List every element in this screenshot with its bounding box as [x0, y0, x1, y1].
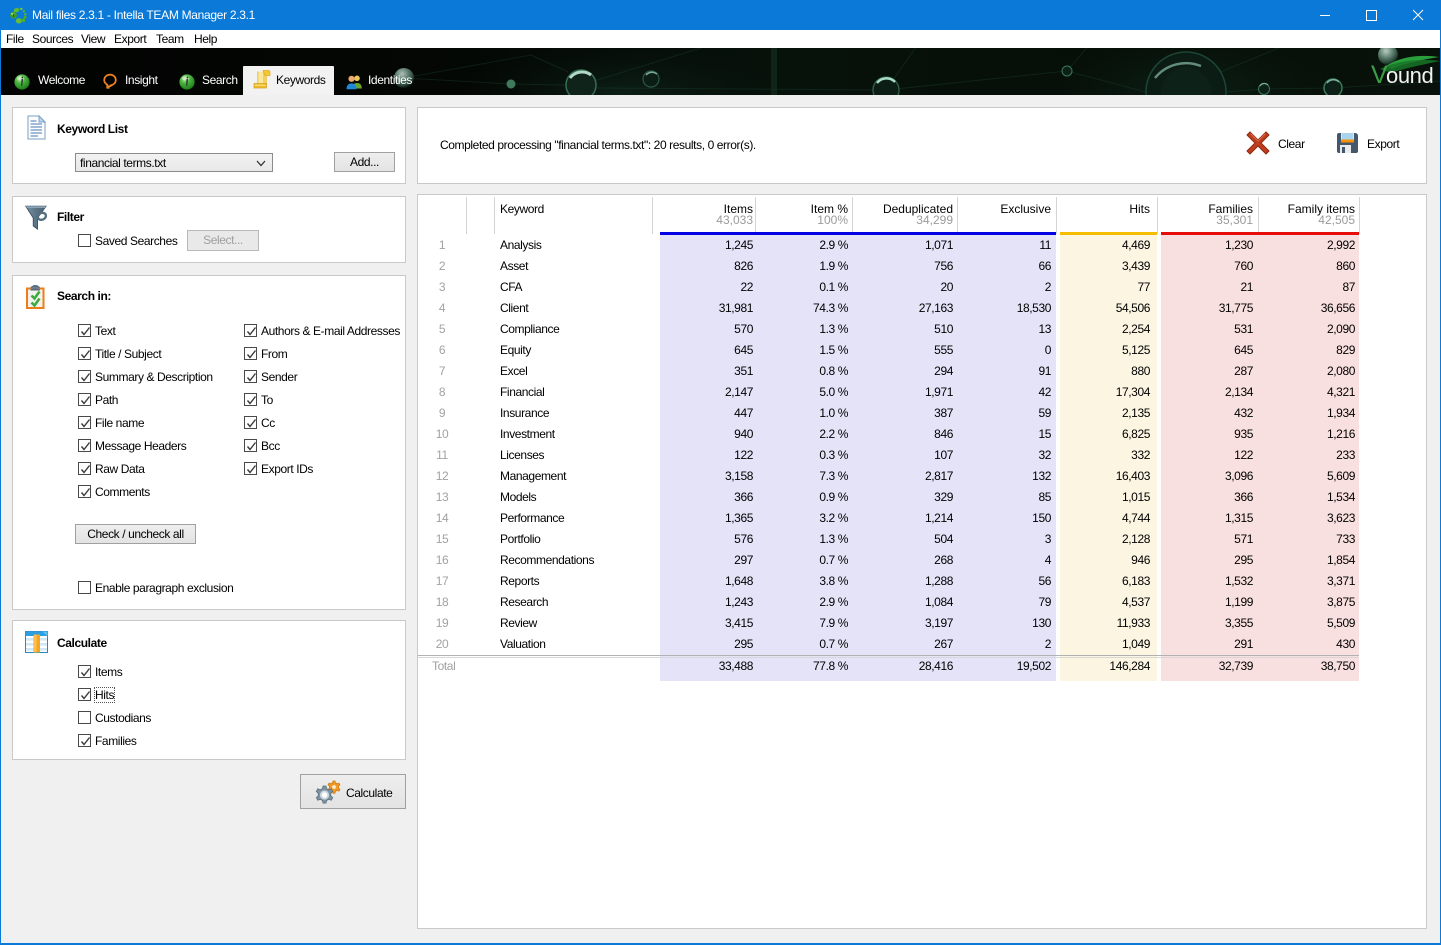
- svg-text:ound: ound: [1386, 63, 1433, 88]
